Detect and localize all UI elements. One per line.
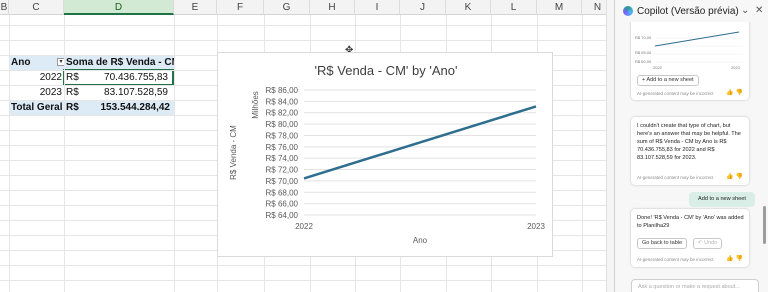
mini-chart-ytick: R$ 70,00 <box>635 35 652 40</box>
column-header-e[interactable]: E <box>174 0 217 15</box>
y-tick-label: R$ 64,00 <box>266 211 299 220</box>
mini-chart-xtick: 2023 <box>731 65 741 70</box>
y-axis-label: R$ Venda - CM <box>229 125 238 180</box>
x-tick-label: 2022 <box>295 222 313 231</box>
copilot-scrollbar[interactable] <box>763 206 766 244</box>
y-tick-label: R$ 68,00 <box>266 188 299 197</box>
x-axis-label: Ano <box>413 236 428 245</box>
undo-icon: ↶ <box>698 240 703 246</box>
column-header-g[interactable]: G <box>264 0 310 15</box>
y-tick-label: R$ 76,00 <box>266 143 299 152</box>
pivot-row-year[interactable]: 2022 <box>9 70 64 85</box>
y-tick-label: R$ 78,00 <box>266 131 299 140</box>
y-tick-label: R$ 82,00 <box>266 109 299 118</box>
response-card: R$ 70,00 R$ 65,00 R$ 60,00 2022 2023 + A… <box>631 22 749 100</box>
user-message: Add to a new sheet <box>689 192 755 207</box>
mini-chart: R$ 70,00 R$ 65,00 R$ 60,00 2022 2023 <box>635 31 743 70</box>
thumbs-up-icon[interactable]: 👍 <box>726 256 733 262</box>
pivot-total-value[interactable]: 153.544.284,42 <box>86 100 174 115</box>
y-tick-label: R$ 84,00 <box>266 97 299 106</box>
close-icon[interactable]: ✕ <box>755 5 763 16</box>
y-tick-label: R$ 74,00 <box>266 154 299 163</box>
y-tick-label: R$ 72,00 <box>266 166 299 175</box>
line-chart[interactable]: 'R$ Venda - CM' by 'Ano' R$ 64,00 R$ 66,00… <box>217 52 553 257</box>
plus-icon: + <box>642 77 646 83</box>
undo-label: Undo <box>704 240 718 246</box>
y-tick-label: R$ 66,00 <box>266 200 299 209</box>
response-text: I couldn't create that type of chart, bu… <box>637 123 741 161</box>
spreadsheet[interactable]: BCDEFGHIJKLMN Ano ▾ Soma de R$ Venda - C… <box>0 0 614 292</box>
copilot-logo-icon <box>623 6 633 16</box>
thumbs-down-icon[interactable]: 👎 <box>736 174 743 180</box>
add-to-new-sheet-button[interactable]: + Add to a new sheet <box>637 75 699 86</box>
pivot-row-value[interactable]: 83.107.528,59 <box>86 85 170 100</box>
copilot-header: Copilot (Versão prévia) ⌄ ✕ <box>615 0 768 22</box>
response-text: Done! 'R$ Venda - CM' by 'Ano' was added… <box>637 215 744 229</box>
pivot-total-currency[interactable]: R$ <box>64 100 86 115</box>
copilot-conversation[interactable]: R$ 70,00 R$ 65,00 R$ 60,00 2022 2023 + A… <box>615 22 768 274</box>
thumbs-up-icon[interactable]: 👍 <box>726 90 733 96</box>
mini-chart-xtick: 2022 <box>653 65 663 70</box>
y-tick-label: R$ 80,00 <box>266 120 299 129</box>
pivot-row-currency[interactable]: R$ <box>66 85 86 100</box>
chart-title: 'R$ Venda - CM' by 'Ano' <box>315 63 458 78</box>
grid-row-line <box>0 25 614 26</box>
column-header-i[interactable]: I <box>355 0 400 15</box>
column-headers: BCDEFGHIJKLMN <box>0 0 614 15</box>
copilot-prompt-input[interactable]: Ask a question or make a request about..… <box>631 279 759 292</box>
feedback-icons[interactable]: 👍 👎 <box>726 173 743 180</box>
pivot-total-label[interactable]: Total Geral <box>9 100 64 115</box>
go-back-to-table-button[interactable]: Go back to table <box>637 238 688 249</box>
ai-disclaimer: AI-generated content may be incorrect <box>637 91 714 96</box>
feedback-icons[interactable]: 👍 👎 <box>726 255 743 262</box>
response-card: Done! 'R$ Venda - CM' by 'Ano' was added… <box>631 209 749 267</box>
ai-disclaimer: AI-generated content may be incorrect <box>637 257 714 262</box>
grid-row-line <box>0 280 614 281</box>
chevron-down-icon[interactable]: ⌄ <box>741 5 749 16</box>
series-line <box>303 105 537 180</box>
excel-window: BCDEFGHIJKLMN Ano ▾ Soma de R$ Venda - C… <box>0 0 768 292</box>
undo-button[interactable]: ↶ Undo <box>693 238 723 249</box>
pivot-header-value[interactable]: Soma de R$ Venda - CM <box>64 55 174 70</box>
column-header-c[interactable]: C <box>9 0 64 15</box>
copilot-title: Copilot (Versão prévia) <box>637 5 739 17</box>
response-card: I couldn't create that type of chart, bu… <box>631 117 749 185</box>
grid-row-line <box>0 40 614 41</box>
column-header-h[interactable]: H <box>310 0 355 15</box>
column-header-d[interactable]: D <box>64 0 174 15</box>
feedback-icons[interactable]: 👍 👎 <box>726 89 743 96</box>
vertical-scrollbar[interactable] <box>606 0 614 292</box>
column-header-b[interactable]: B <box>0 0 9 15</box>
pivot-row-year[interactable]: 2023 <box>9 85 64 100</box>
column-header-m[interactable]: M <box>537 0 582 15</box>
y-tick-label: R$ 70,00 <box>266 177 299 186</box>
pivot-header-ano[interactable]: Ano <box>9 55 64 70</box>
column-header-k[interactable]: K <box>446 0 491 15</box>
y-axis-unit-label: Milhões <box>251 91 260 119</box>
mini-chart-ytick: R$ 65,00 <box>635 50 652 55</box>
add-to-new-sheet-label: Add to a new sheet <box>646 77 694 83</box>
thumbs-down-icon[interactable]: 👎 <box>736 90 743 96</box>
column-header-f[interactable]: F <box>217 0 264 15</box>
active-cell-selection <box>63 69 174 86</box>
ai-disclaimer: AI-generated content may be incorrect <box>637 175 714 180</box>
thumbs-up-icon[interactable]: 👍 <box>726 174 733 180</box>
x-tick-label: 2023 <box>527 222 545 231</box>
y-tick-label: R$ 86,00 <box>266 86 299 95</box>
column-header-l[interactable]: L <box>491 0 537 15</box>
thumbs-down-icon[interactable]: 👎 <box>736 256 743 262</box>
copilot-pane: Copilot (Versão prévia) ⌄ ✕ R$ 70,00 R$ … <box>614 0 768 292</box>
chart-svg: 'R$ Venda - CM' by 'Ano' R$ 64,00 R$ 66,00… <box>229 63 545 245</box>
column-header-j[interactable]: J <box>400 0 446 15</box>
grid-row-line <box>0 265 614 266</box>
mini-chart-ytick: R$ 60,00 <box>635 59 652 64</box>
